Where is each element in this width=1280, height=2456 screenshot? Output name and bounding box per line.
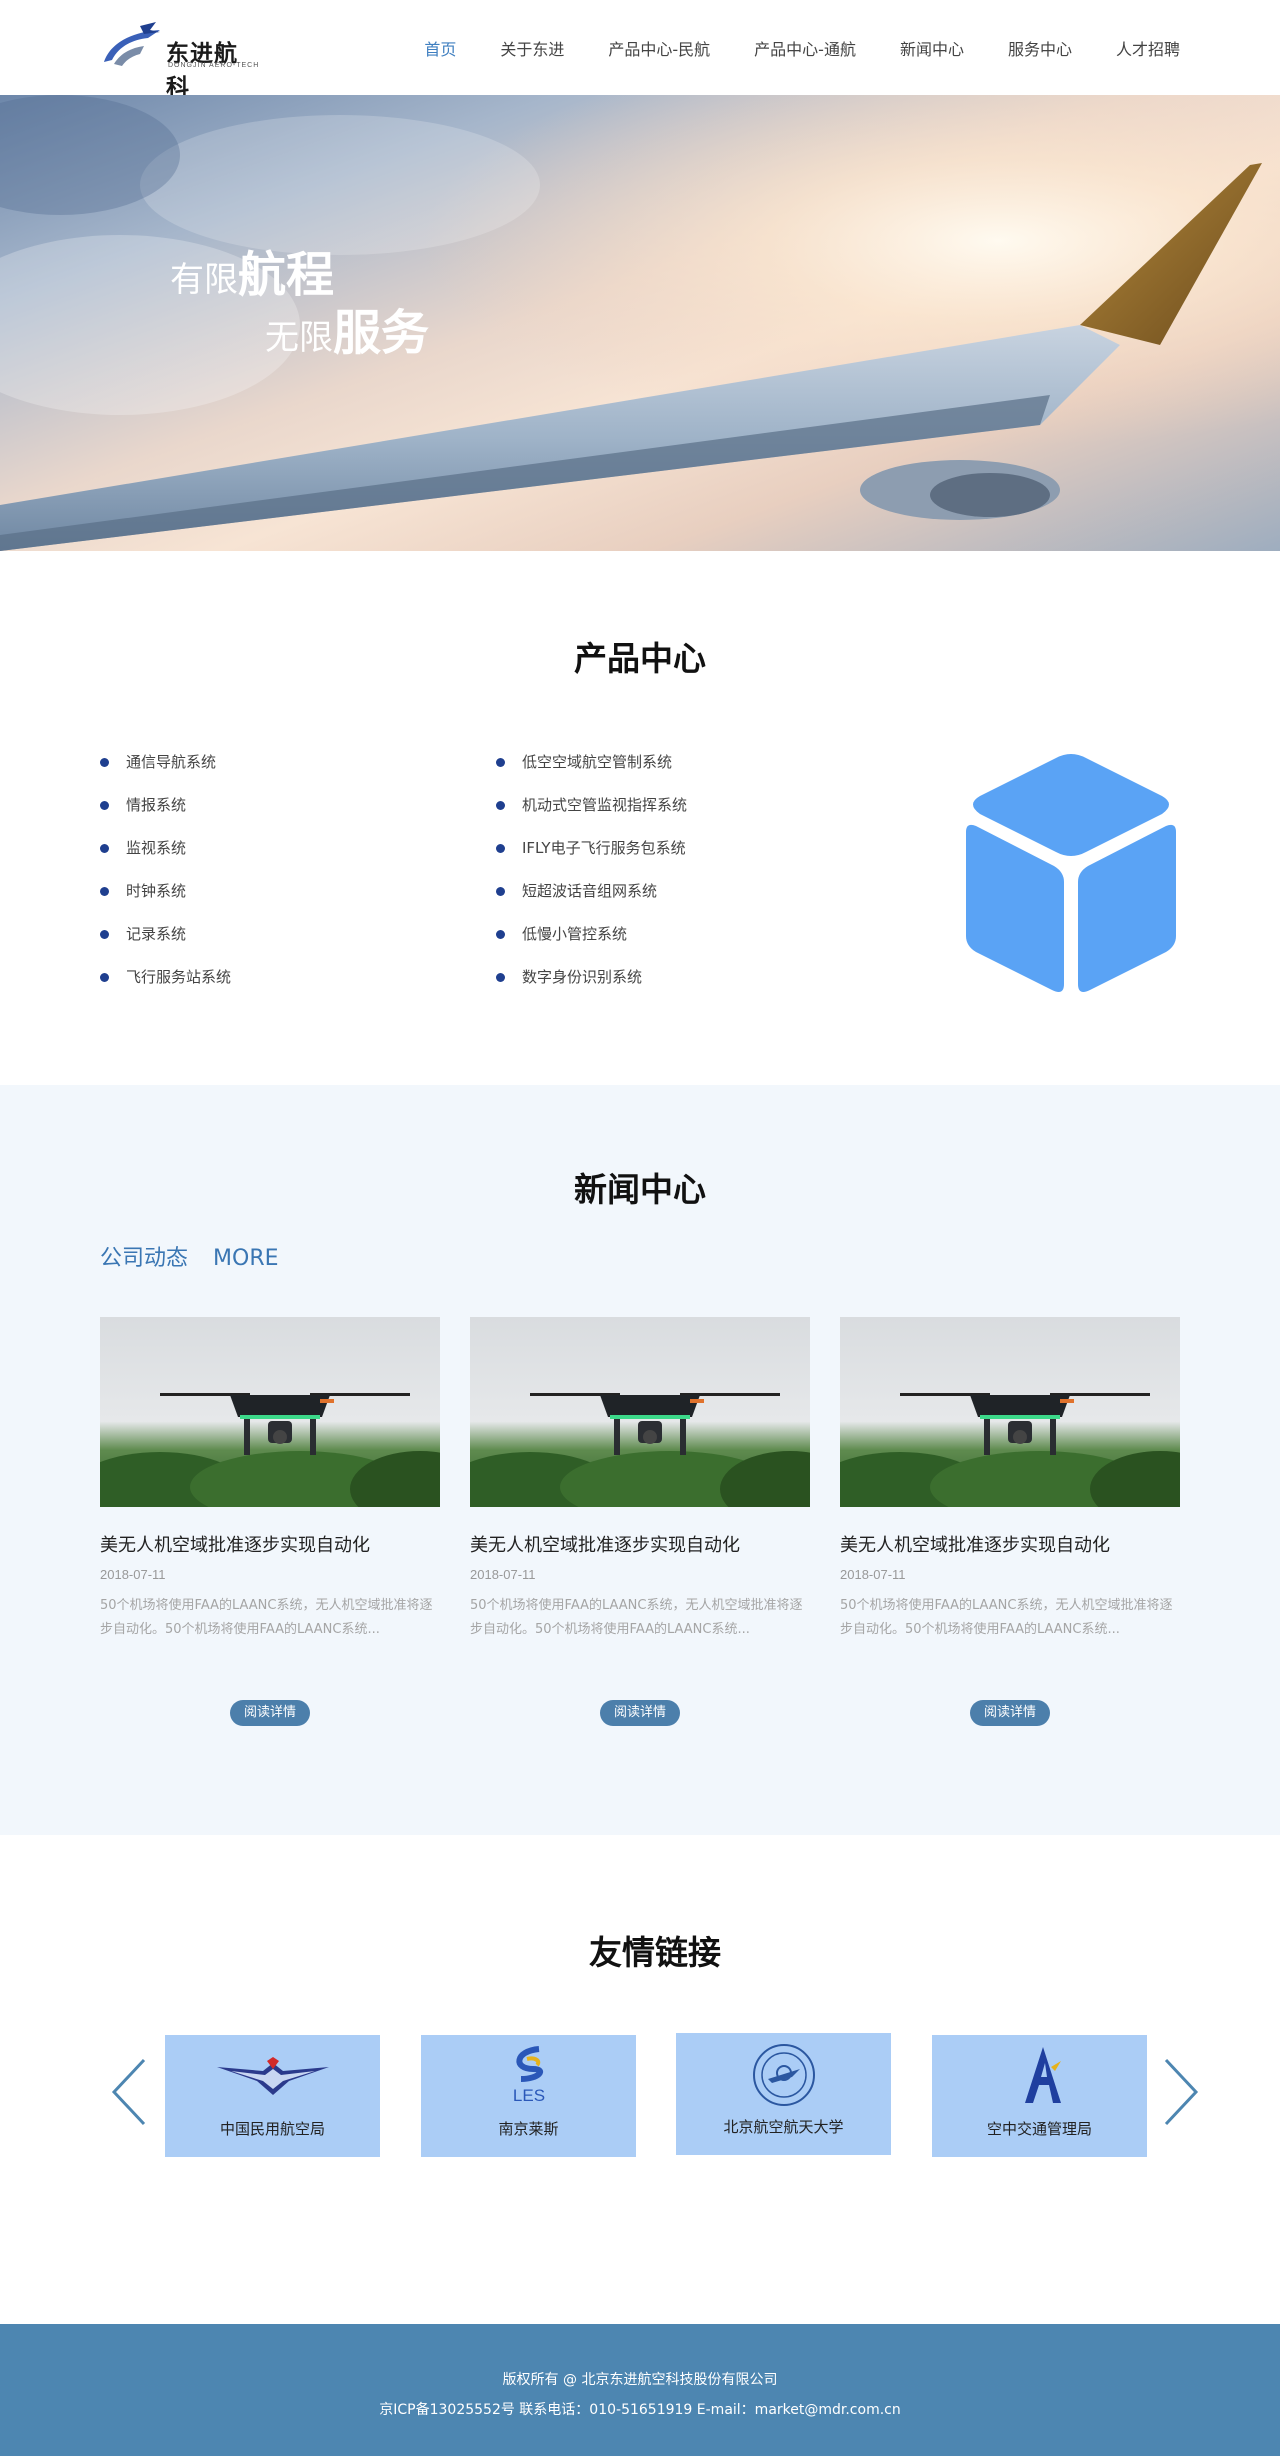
- caac-logo-icon: [216, 2057, 329, 2095]
- product-item[interactable]: 低慢小管控系统: [496, 924, 687, 967]
- footer-copyright: 版权所有 @ 北京东进航空科技股份有限公司: [502, 2372, 778, 2388]
- les-logo-text: LES: [512, 2086, 544, 2105]
- nav-about[interactable]: 关于东进: [500, 36, 564, 60]
- news-card[interactable]: 美无人机空域批准逐步实现自动化 2018-07-11 50个机场将使用FAA的L…: [100, 1317, 440, 1726]
- read-more-button[interactable]: 阅读详情: [600, 1700, 680, 1726]
- main-nav: 首页 关于东进 产品中心-民航 产品中心-通航 新闻中心 服务中心 人才招聘: [380, 0, 1180, 95]
- site-header: 东进航科 DONGJIN AERO-TECH 首页 关于东进 产品中心-民航 产…: [0, 0, 1280, 101]
- link-label: 空中交通管理局: [986, 2120, 1092, 2138]
- site-footer: 版权所有 @ 北京东进航空科技股份有限公司 京ICP备13025552号 联系电…: [0, 2324, 1280, 2456]
- news-card[interactable]: 美无人机空域批准逐步实现自动化 2018-07-11 50个机场将使用FAA的L…: [840, 1317, 1180, 1726]
- news-item-title[interactable]: 美无人机空域批准逐步实现自动化: [840, 1531, 1180, 1557]
- link-label: 南京莱斯: [498, 2120, 559, 2138]
- logo-english-name: DONGJIN AERO-TECH: [168, 62, 260, 69]
- product-list-col2: 低空空域航空管制系统 机动式空管监视指挥系统 IFLY电子飞行服务包系统 短超波…: [496, 752, 687, 1010]
- nav-products-general[interactable]: 产品中心-通航: [754, 36, 856, 60]
- nav-service[interactable]: 服务中心: [1008, 36, 1072, 60]
- link-card-buaa[interactable]: 北京航空航天大学: [676, 2033, 891, 2155]
- drone-image[interactable]: [840, 1317, 1180, 1507]
- company-logo[interactable]: 东进航科 DONGJIN AERO-TECH: [100, 20, 260, 101]
- news-item-title[interactable]: 美无人机空域批准逐步实现自动化: [100, 1531, 440, 1557]
- product-item[interactable]: 数字身份识别系统: [496, 967, 687, 1010]
- news-item-summary: 50个机场将使用FAA的LAANC系统，无人机空域批准将逐步自动化。50个机场将…: [100, 1598, 433, 1637]
- news-item-date: 2018-07-11: [100, 1567, 166, 1582]
- nav-home[interactable]: 首页: [424, 36, 456, 60]
- cube-icon: [966, 754, 1176, 992]
- news-tabs: 公司动态 MORE: [100, 1240, 297, 1272]
- chevron-left-icon[interactable]: [110, 2058, 148, 2126]
- drone-image[interactable]: [470, 1317, 810, 1507]
- buaa-seal-icon: [752, 2044, 815, 2106]
- drone-image[interactable]: [100, 1317, 440, 1507]
- read-more-button[interactable]: 阅读详情: [230, 1700, 310, 1726]
- tab-company-news[interactable]: 公司动态: [100, 1246, 188, 1271]
- product-item[interactable]: 情报系统: [100, 795, 231, 838]
- logo-plane-icon: [104, 22, 160, 66]
- products-title: 产品中心: [574, 639, 706, 678]
- hero-banner: 有限航程 无限服务: [0, 95, 1280, 551]
- link-card-atmb[interactable]: 空中交通管理局: [932, 2035, 1147, 2157]
- product-item[interactable]: 机动式空管监视指挥系统: [496, 795, 687, 838]
- product-item[interactable]: 短超波话音组网系统: [496, 881, 687, 924]
- product-item[interactable]: 监视系统: [100, 838, 231, 881]
- news-card[interactable]: 美无人机空域批准逐步实现自动化 2018-07-11 50个机场将使用FAA的L…: [470, 1317, 810, 1726]
- drone-photo: [840, 1393, 1180, 1507]
- product-item[interactable]: IFLY电子飞行服务包系统: [496, 838, 687, 881]
- news-item-summary: 50个机场将使用FAA的LAANC系统，无人机空域批准将逐步自动化。50个机场将…: [840, 1598, 1173, 1637]
- drone-photo: [100, 1393, 440, 1507]
- links-title: 友情链接: [589, 1933, 721, 1972]
- banner-slogan-line2: 无限服务: [265, 305, 430, 361]
- news-item-summary: 50个机场将使用FAA的LAANC系统，无人机空域批准将逐步自动化。50个机场将…: [470, 1598, 803, 1637]
- news-item-date: 2018-07-11: [470, 1567, 536, 1582]
- drone-photo: [470, 1393, 810, 1507]
- read-more-button[interactable]: 阅读详情: [970, 1700, 1050, 1726]
- news-title: 新闻中心: [574, 1170, 706, 1209]
- news-item-title[interactable]: 美无人机空域批准逐步实现自动化: [470, 1531, 810, 1557]
- atmb-logo-icon: [1024, 2047, 1061, 2103]
- product-item[interactable]: 时钟系统: [100, 881, 231, 924]
- product-item[interactable]: 低空空域航空管制系统: [496, 752, 687, 795]
- link-label: 北京航空航天大学: [723, 2118, 844, 2136]
- nav-news[interactable]: 新闻中心: [900, 36, 964, 60]
- nav-careers[interactable]: 人才招聘: [1116, 36, 1180, 60]
- link-label: 中国民用航空局: [219, 2120, 325, 2138]
- link-card-caac[interactable]: 中国民用航空局: [165, 2035, 380, 2157]
- footer-contact: 京ICP备13025552号 联系电话：010-51651919 E-mail：…: [379, 2402, 901, 2418]
- airplane-wing-image: [0, 95, 1280, 551]
- product-item[interactable]: 记录系统: [100, 924, 231, 967]
- chevron-right-icon[interactable]: [1162, 2058, 1200, 2126]
- product-item[interactable]: 飞行服务站系统: [100, 967, 231, 1010]
- nav-products-civil[interactable]: 产品中心-民航: [608, 36, 710, 60]
- tab-more[interactable]: MORE: [213, 1246, 278, 1271]
- product-list-col1: 通信导航系统 情报系统 监视系统 时钟系统 记录系统 飞行服务站系统: [100, 752, 231, 1010]
- product-item[interactable]: 通信导航系统: [100, 752, 231, 795]
- link-card-les[interactable]: LES 南京莱斯: [421, 2035, 636, 2157]
- news-item-date: 2018-07-11: [840, 1567, 906, 1582]
- les-logo-icon: LES: [512, 2046, 545, 2105]
